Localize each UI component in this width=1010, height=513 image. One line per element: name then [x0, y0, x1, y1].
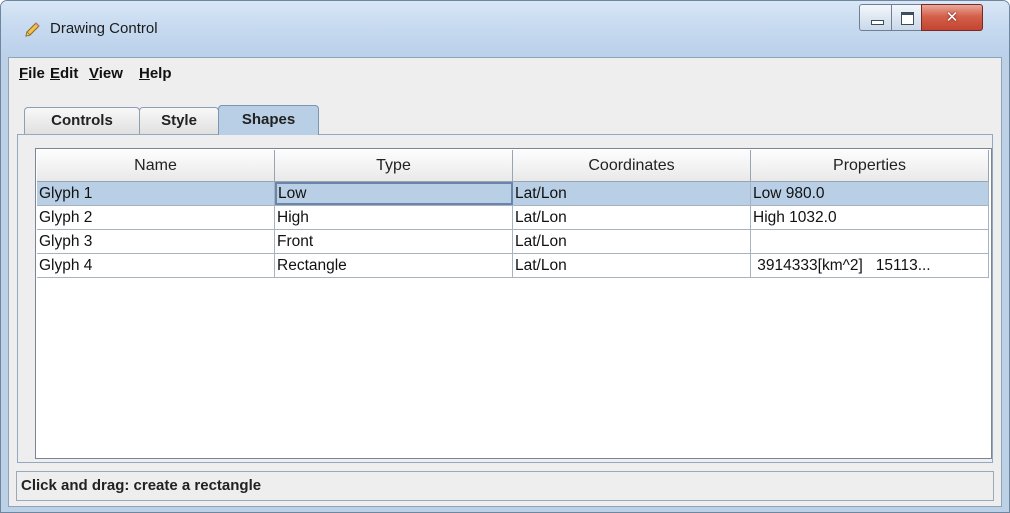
cell-coordinates[interactable]: Lat/Lon [513, 230, 751, 253]
tab-style[interactable]: Style [139, 107, 219, 134]
minimize-icon [871, 20, 884, 25]
column-header-properties[interactable]: Properties [751, 150, 989, 182]
cell-properties[interactable]: 3914333[km^2] 15113... [751, 254, 989, 277]
status-bar: Click and drag: create a rectangle [16, 471, 994, 501]
menu-file[interactable]: File [19, 65, 45, 82]
close-icon: ✕ [945, 9, 959, 26]
table-row[interactable]: Glyph 4 Rectangle Lat/Lon 3914333[km^2] … [37, 254, 989, 278]
cell-coordinates[interactable]: Lat/Lon [513, 206, 751, 229]
status-text: Click and drag: create a rectangle [21, 477, 262, 494]
cell-name[interactable]: Glyph 1 [37, 182, 275, 205]
column-header-type[interactable]: Type [275, 150, 513, 182]
table-row[interactable]: Glyph 1 Low Lat/Lon Low 980.0 [37, 182, 989, 206]
menu-view[interactable]: View [89, 65, 123, 82]
menu-edit[interactable]: Edit [50, 65, 78, 82]
cell-type[interactable]: Low [275, 182, 513, 205]
cell-properties[interactable] [751, 230, 989, 253]
cell-name[interactable]: Glyph 3 [37, 230, 275, 253]
cell-type[interactable]: High [275, 206, 513, 229]
shapes-table[interactable]: Name Type Coordinates Properties Glyph 1… [35, 148, 992, 459]
cell-type[interactable]: Front [275, 230, 513, 253]
tab-controls[interactable]: Controls [24, 107, 140, 134]
column-header-coordinates[interactable]: Coordinates [513, 150, 751, 182]
maximize-button[interactable] [891, 4, 922, 31]
tab-shapes[interactable]: Shapes [218, 105, 319, 135]
pencil-icon [25, 22, 40, 37]
menu-bar: File Edit View Help [9, 58, 1001, 87]
title-bar[interactable]: Drawing Control ✕ [1, 1, 1009, 57]
cell-name[interactable]: Glyph 4 [37, 254, 275, 277]
table-row[interactable]: Glyph 2 High Lat/Lon High 1032.0 [37, 206, 989, 230]
maximize-icon [901, 12, 914, 25]
cell-properties[interactable]: High 1032.0 [751, 206, 989, 229]
close-button[interactable]: ✕ [921, 4, 983, 31]
cell-properties[interactable]: Low 980.0 [751, 182, 989, 205]
table-row[interactable]: Glyph 3 Front Lat/Lon [37, 230, 989, 254]
cell-coordinates[interactable]: Lat/Lon [513, 182, 751, 205]
cell-type[interactable]: Rectangle [275, 254, 513, 277]
cell-name[interactable]: Glyph 2 [37, 206, 275, 229]
drawing-control-window: Drawing Control ✕ File Edit View Help Co… [0, 0, 1010, 513]
minimize-button[interactable] [859, 4, 892, 31]
client-area: File Edit View Help Controls Style Shape… [8, 57, 1002, 507]
cell-coordinates[interactable]: Lat/Lon [513, 254, 751, 277]
column-header-name[interactable]: Name [37, 150, 275, 182]
window-title: Drawing Control [50, 20, 158, 37]
menu-help[interactable]: Help [139, 65, 172, 82]
